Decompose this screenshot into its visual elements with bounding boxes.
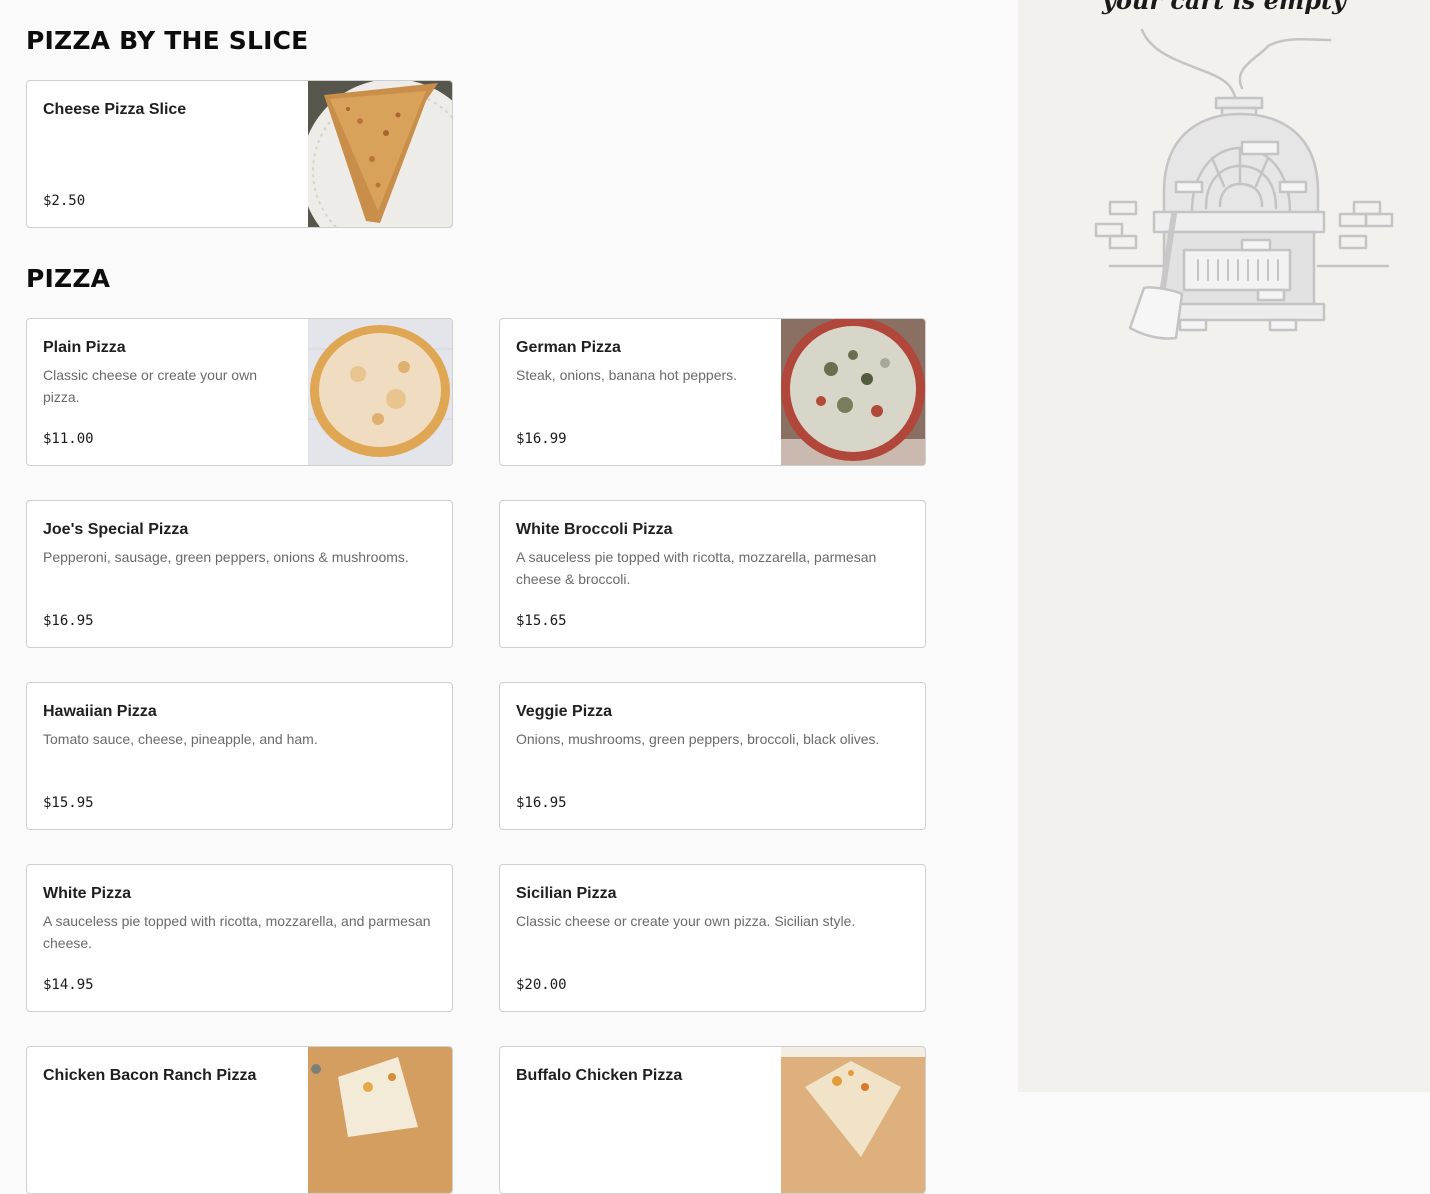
pizza-slice-photo — [308, 81, 452, 227]
item-name: White Pizza — [43, 885, 132, 902]
item-price: $15.65 — [516, 613, 567, 629]
item-description: Classic cheese or create your own pizza.… — [516, 913, 856, 929]
pizza-oven-illustration — [1094, 28, 1394, 340]
chicken-bacon-ranch-photo — [308, 1047, 452, 1193]
item-name: Veggie Pizza — [516, 703, 613, 720]
section-title-pizza: PIZZA — [26, 264, 111, 293]
item-price: $14.95 — [43, 977, 94, 993]
menu-item-card[interactable]: Chicken Bacon Ranch Pizza — [26, 1046, 453, 1194]
item-price: $16.95 — [43, 613, 94, 629]
item-description: Onions, mushrooms, green peppers, brocco… — [516, 731, 880, 747]
item-name: Buffalo Chicken Pizza — [516, 1067, 683, 1084]
menu-area: PIZZA BY THE SLICE Cheese Pizza Slice $2… — [0, 0, 1018, 1194]
item-description: Tomato sauce, cheese, pineapple, and ham… — [43, 731, 318, 747]
plain-pizza-photo — [308, 319, 452, 465]
cart-empty-message: your cart is empty — [1101, 0, 1347, 15]
item-description: Steak, onions, banana hot peppers. — [516, 367, 738, 383]
item-price: $16.95 — [516, 795, 567, 811]
menu-item-card[interactable]: German Pizza Steak, onions, banana hot p… — [499, 318, 926, 466]
item-description: Classic cheese or create your own pizza. — [43, 367, 257, 405]
item-name: Joe's Special Pizza — [43, 521, 189, 538]
item-price: $2.50 — [43, 193, 86, 209]
menu-item-card[interactable]: Plain Pizza Classic cheese or create you… — [26, 318, 453, 466]
buffalo-chicken-photo — [781, 1047, 925, 1193]
item-price: $16.99 — [516, 431, 567, 447]
item-name: German Pizza — [516, 339, 621, 356]
german-pizza-photo — [781, 319, 925, 465]
menu-item-card[interactable]: Cheese Pizza Slice $2.50 — [26, 80, 453, 228]
item-name: White Broccoli Pizza — [516, 521, 673, 538]
menu-item-card[interactable]: Joe's Special Pizza Pepperoni, sausage, … — [26, 500, 453, 648]
item-name: Hawaiian Pizza — [43, 703, 157, 720]
item-price: $15.95 — [43, 795, 94, 811]
item-description: Pepperoni, sausage, green peppers, onion… — [43, 549, 409, 565]
menu-item-card[interactable]: Buffalo Chicken Pizza — [499, 1046, 926, 1194]
item-name: Sicilian Pizza — [516, 885, 617, 902]
cart-sidebar: your cart is empty — [1018, 0, 1430, 1092]
menu-item-card[interactable]: White Pizza A sauceless pie topped with … — [26, 864, 453, 1012]
menu-item-card[interactable]: White Broccoli Pizza A sauceless pie top… — [499, 500, 926, 648]
item-description: A sauceless pie topped with ricotta, moz… — [43, 913, 431, 951]
menu-item-card[interactable]: Hawaiian Pizza Tomato sauce, cheese, pin… — [26, 682, 453, 830]
item-name: Plain Pizza — [43, 339, 126, 356]
menu-item-card[interactable]: Sicilian Pizza Classic cheese or create … — [499, 864, 926, 1012]
item-price: $20.00 — [516, 977, 567, 993]
menu-item-card[interactable]: Veggie Pizza Onions, mushrooms, green pe… — [499, 682, 926, 830]
section-title-pizza-by-the-slice: PIZZA BY THE SLICE — [26, 26, 309, 55]
item-name: Chicken Bacon Ranch Pizza — [43, 1067, 257, 1084]
item-name: Cheese Pizza Slice — [43, 101, 187, 118]
item-price: $11.00 — [43, 431, 94, 447]
item-description: A sauceless pie topped with ricotta, moz… — [516, 549, 877, 587]
